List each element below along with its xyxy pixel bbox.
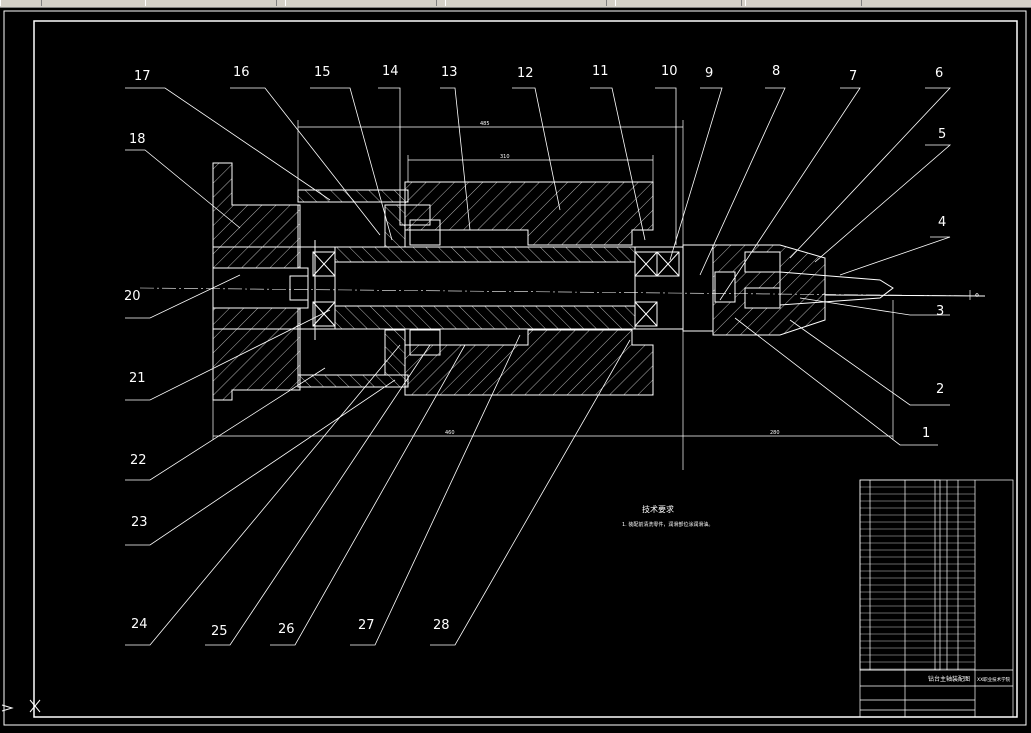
- leader-10: [655, 87, 677, 245]
- spacer-lower: [384, 329, 406, 376]
- balloon-16: 16: [233, 65, 250, 80]
- balloon-9: 9: [705, 66, 713, 81]
- balloon-17: 17: [134, 69, 151, 84]
- housing-upper: [404, 181, 654, 246]
- balloon-10: 10: [661, 64, 678, 79]
- tech-req-title: 技术要求: [642, 504, 674, 514]
- balloon-12: 12: [517, 66, 534, 81]
- balloon-18: 18: [129, 132, 146, 147]
- spindle-lower-wall: [334, 305, 636, 330]
- leader-6: [789, 87, 951, 259]
- balloon-25: 25: [211, 624, 228, 639]
- leader-1: [734, 317, 938, 446]
- toolbar-button-1[interactable]: [0, 0, 42, 6]
- leader-23: [125, 379, 396, 546]
- leader-15: [310, 87, 393, 241]
- svg-text:485: 485: [480, 121, 490, 127]
- balloon-21: 21: [129, 371, 146, 386]
- svg-text:460: 460: [445, 430, 455, 436]
- balloon-1: 1: [922, 426, 930, 441]
- front-bearings: [634, 251, 680, 327]
- balloon-4: 4: [938, 215, 946, 230]
- leader-9: [669, 87, 723, 261]
- balloon-3: 3: [936, 304, 944, 319]
- balloon-7: 7: [849, 69, 857, 84]
- balloon-13: 13: [441, 65, 458, 80]
- rear-bearings: [312, 251, 336, 327]
- toolbar-color-dropdown[interactable]: [285, 0, 437, 6]
- leader-5: [814, 144, 952, 263]
- leader-14: [378, 87, 401, 205]
- balloon-6: 6: [935, 66, 943, 81]
- balloon-11: 11: [592, 64, 609, 79]
- balloon-5: 5: [938, 127, 946, 142]
- toolbar-lineweight-dropdown[interactable]: [615, 0, 742, 6]
- toolbar-layer-dropdown[interactable]: [145, 0, 277, 6]
- balloon-27: 27: [358, 618, 375, 633]
- rear-bore: [212, 267, 309, 309]
- spindle-bore: [334, 261, 636, 307]
- drawing-canvas[interactable]: 485 310 460 280 Φ 17 16 15 14 13 12 11 1…: [0, 7, 1031, 733]
- balloon-22: 22: [130, 453, 147, 468]
- balloon-2: 2: [936, 382, 944, 397]
- spindle-upper-wall: [334, 246, 636, 263]
- balloon-26: 26: [278, 622, 295, 637]
- balloon-23: 23: [131, 515, 148, 530]
- drawing-name: 钻台主轴装配图: [928, 675, 970, 683]
- balloon-8: 8: [772, 64, 780, 79]
- nose-collar: [682, 244, 714, 332]
- spindle-assembly: [139, 162, 986, 401]
- technical-requirements: 技术要求 1. 装配前清洗零件，润滑部位涂润滑油。: [622, 504, 713, 528]
- svg-text:310: 310: [500, 154, 510, 160]
- svg-text:280: 280: [770, 430, 780, 436]
- balloon-24: 24: [131, 617, 148, 632]
- toolbar-linetype-dropdown[interactable]: [445, 0, 607, 6]
- leader-2: [789, 319, 950, 406]
- school-name: XX职业技术学院: [977, 676, 1011, 683]
- balloon-28: 28: [433, 618, 450, 633]
- sleeve-lower: [297, 374, 409, 388]
- balloon-15: 15: [314, 65, 331, 80]
- balloon-20: 20: [124, 289, 141, 304]
- tech-req-line1: 1. 装配前清洗零件，润滑部位涂润滑油。: [622, 521, 713, 528]
- balloon-14: 14: [382, 64, 399, 79]
- svg-text:Φ: Φ: [975, 293, 979, 299]
- title-block-texts: 钻台主轴装配图 XX职业技术学院: [928, 675, 1011, 683]
- toolbar-plotstyle-dropdown[interactable]: [745, 0, 862, 6]
- leader-4: [839, 236, 951, 276]
